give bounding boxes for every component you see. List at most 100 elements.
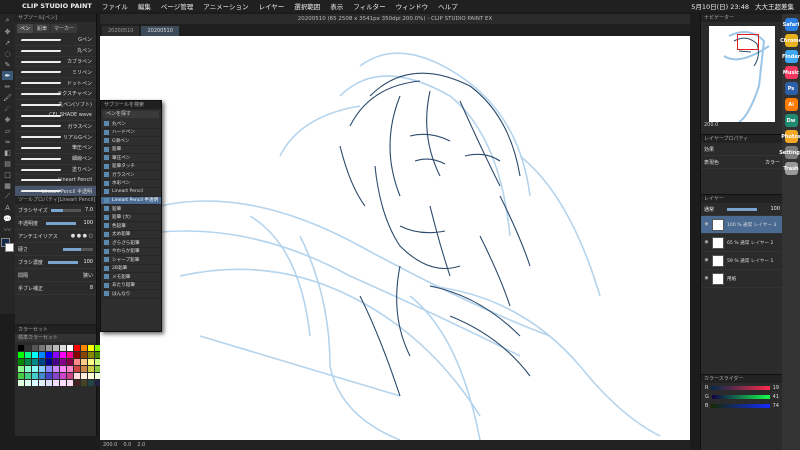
pen-tool-icon[interactable]: ✒ bbox=[2, 71, 13, 80]
navigator-zoom[interactable]: 200.0 bbox=[704, 122, 718, 128]
opacity-row[interactable]: 不透明度 100 bbox=[15, 217, 96, 230]
color-swatch-cell[interactable] bbox=[88, 373, 94, 379]
dock-app-icon[interactable]: Dw bbox=[784, 114, 798, 127]
tab-pencil[interactable]: 鉛筆 bbox=[34, 24, 51, 33]
color-swatch-cell[interactable] bbox=[74, 345, 80, 351]
popup-item[interactable]: あたり鉛筆 bbox=[101, 282, 161, 290]
dock-app-icon[interactable]: Ai bbox=[784, 98, 798, 111]
green-slider[interactable] bbox=[711, 394, 770, 399]
color-swatch-cell[interactable] bbox=[46, 366, 52, 372]
color-swatch-cell[interactable] bbox=[60, 345, 66, 351]
layer-row[interactable]: ◉ 59 % 通常 レイヤー 1 bbox=[701, 252, 783, 270]
color-swatch-cell[interactable] bbox=[81, 352, 87, 358]
color-swatch-cell[interactable] bbox=[74, 366, 80, 372]
color-swatch-cell[interactable] bbox=[60, 380, 66, 386]
popup-search-input[interactable]: ペンを探す bbox=[103, 111, 159, 118]
brush-item[interactable]: ドットペン bbox=[15, 78, 96, 89]
balloon-tool-icon[interactable]: 💬 bbox=[2, 214, 13, 223]
color-swatch-cell[interactable] bbox=[81, 359, 87, 365]
pencil-tool-icon[interactable]: ✏ bbox=[2, 82, 13, 91]
color-swatch-cell[interactable] bbox=[53, 352, 59, 358]
color-swatch-cell[interactable] bbox=[81, 380, 87, 386]
decoration-tool-icon[interactable]: ❋ bbox=[2, 115, 13, 124]
color-swatch-cell[interactable] bbox=[25, 380, 31, 386]
menu-view[interactable]: 表示 bbox=[330, 1, 343, 11]
hardness-row[interactable]: 硬さ bbox=[15, 243, 96, 256]
popup-item[interactable]: 鉛筆 (大) bbox=[101, 214, 161, 222]
color-swatch-cell[interactable] bbox=[88, 345, 94, 351]
lasso-tool-icon[interactable]: ◌ bbox=[2, 49, 13, 58]
hardness-slider[interactable] bbox=[63, 247, 93, 251]
layer-row[interactable]: ◉ 用紙 bbox=[701, 270, 783, 288]
blend-tool-icon[interactable]: ≈ bbox=[2, 137, 13, 146]
menu-file[interactable]: ファイル bbox=[102, 1, 128, 11]
correct-line-tool-icon[interactable]: 〰 bbox=[2, 225, 13, 234]
status-angle[interactable]: 0.0 bbox=[123, 442, 131, 448]
color-swatch-cell[interactable] bbox=[18, 345, 24, 351]
gradient-tool-icon[interactable]: ▤ bbox=[2, 159, 13, 168]
color-swatch-cell[interactable] bbox=[60, 352, 66, 358]
brush-item[interactable]: 塗りペン bbox=[15, 165, 96, 176]
density-row[interactable]: ブラシ濃度 100 bbox=[15, 256, 96, 269]
popup-item[interactable]: 丸ペン bbox=[101, 120, 161, 129]
popup-item[interactable]: G滑ペン bbox=[101, 137, 161, 146]
text-tool-icon[interactable]: A bbox=[2, 203, 13, 212]
color-swatch-cell[interactable] bbox=[39, 359, 45, 365]
color-swatch-cell[interactable] bbox=[32, 352, 38, 358]
color-swatch-cell[interactable] bbox=[81, 345, 87, 351]
menu-window[interactable]: ウィンドウ bbox=[396, 1, 429, 11]
tab-marker[interactable]: マーカー bbox=[51, 24, 78, 33]
color-swatch-cell[interactable] bbox=[88, 366, 94, 372]
eye-icon[interactable]: ◉ bbox=[704, 276, 709, 281]
menu-page[interactable]: ページ管理 bbox=[161, 1, 193, 11]
red-value[interactable]: 19 bbox=[773, 385, 779, 391]
popup-item[interactable]: 2B鉛筆 bbox=[101, 265, 161, 273]
color-swatch-cell[interactable] bbox=[74, 359, 80, 365]
dock-app-icon[interactable]: Trash bbox=[783, 162, 799, 175]
dock-app-icon[interactable]: Settings bbox=[779, 146, 800, 159]
color-swatch-cell[interactable] bbox=[32, 366, 38, 372]
color-swatch-cell[interactable] bbox=[18, 352, 24, 358]
fill-tool-icon[interactable]: ◧ bbox=[2, 148, 13, 157]
color-swatch-cell[interactable] bbox=[39, 380, 45, 386]
layer-row[interactable]: ◉ 100 % 通常 レイヤー 3 bbox=[701, 216, 783, 234]
brush-item[interactable]: ガラスペン bbox=[15, 121, 96, 133]
popup-item[interactable]: 水彩ペン bbox=[101, 180, 161, 188]
color-swatch-cell[interactable] bbox=[32, 380, 38, 386]
density-value[interactable]: 100 bbox=[83, 259, 93, 265]
tab-document-2[interactable]: 20200510 bbox=[141, 26, 179, 36]
layer-opacity-value[interactable]: 100 bbox=[770, 206, 780, 212]
brush-item[interactable]: Lineart Pencil bbox=[15, 175, 96, 187]
color-swatch-cell[interactable] bbox=[32, 373, 38, 379]
blue-value[interactable]: 74 bbox=[773, 403, 779, 409]
color-swatch[interactable] bbox=[1, 238, 14, 252]
color-swatch-cell[interactable] bbox=[60, 366, 66, 372]
menu-animation[interactable]: アニメーション bbox=[203, 1, 248, 11]
eye-icon[interactable]: ◉ bbox=[704, 240, 709, 245]
color-swatch-cell[interactable] bbox=[74, 352, 80, 358]
layer-row[interactable]: ◉ 65 % 通常 レイヤー 2 bbox=[701, 234, 783, 252]
color-swatch-cell[interactable] bbox=[53, 380, 59, 386]
app-name-menu[interactable]: CLIP STUDIO PAINT bbox=[22, 2, 92, 10]
popup-item[interactable]: ガラスペン bbox=[101, 171, 161, 180]
dock-app-icon[interactable]: Ps bbox=[784, 82, 798, 95]
antialias-row[interactable]: アンチエイリアス ● ● ● ○ bbox=[15, 230, 96, 243]
user-name[interactable]: 大大王超差集 bbox=[755, 1, 794, 11]
dock-app-icon[interactable]: Safari bbox=[783, 18, 799, 31]
color-swatch-cell[interactable] bbox=[25, 359, 31, 365]
popup-item[interactable]: 太め鉛筆 bbox=[101, 231, 161, 239]
brush-item[interactable]: CFL SHADE wave bbox=[15, 111, 96, 122]
color-set-name[interactable]: 標準カラーセット bbox=[15, 334, 96, 342]
red-row[interactable]: R 19 bbox=[701, 383, 783, 392]
popup-item[interactable]: 筆圧ペン bbox=[101, 154, 161, 163]
color-swatch-cell[interactable] bbox=[46, 345, 52, 351]
opacity-slider[interactable] bbox=[45, 221, 76, 225]
color-swatch-cell[interactable] bbox=[60, 373, 66, 379]
brush-size-row[interactable]: ブラシサイズ 7.0 bbox=[15, 204, 96, 217]
brush-item[interactable]: テクスチャペン bbox=[15, 89, 96, 100]
color-swatch-cell[interactable] bbox=[81, 366, 87, 372]
brush-item[interactable]: リアルGペン bbox=[15, 132, 96, 143]
eye-icon[interactable]: ◉ bbox=[704, 258, 709, 263]
menu-layer[interactable]: レイヤー bbox=[258, 1, 284, 11]
dock-app-icon[interactable]: Music bbox=[783, 66, 799, 79]
